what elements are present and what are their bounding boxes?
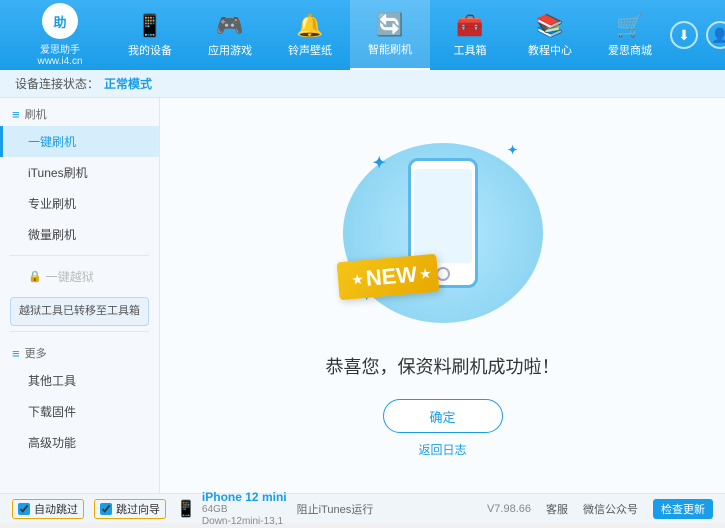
nav-items: 📱 我的设备 🎮 应用游戏 🔔 铃声壁纸 🔄 智能刷机 🧰 工具箱 📚 教程中心… — [110, 0, 670, 70]
logo: 助 爱思助手 www.i4.cn — [10, 3, 110, 67]
ribbon: ★ NEW ★ — [336, 254, 439, 301]
ribbon-text: NEW — [364, 262, 417, 292]
sidebar-item-one-click-flash[interactable]: 一键刷机 — [0, 126, 159, 157]
jailbreak-notice-text: 越狱工具已转移至工具箱 — [19, 305, 140, 317]
confirm-button[interactable]: 确定 — [383, 399, 503, 433]
nav-ringtones-label: 铃声壁纸 — [288, 42, 332, 58]
status-value: 正常模式 — [104, 75, 152, 92]
sidebar-item-advanced[interactable]: 高级功能 — [0, 427, 159, 458]
sidebar-divider-1 — [10, 255, 149, 256]
bottom-bar: 自动跳过 跳过向导 📱 iPhone 12 mini 64GB Down-12m… — [0, 493, 725, 523]
logo-url: www.i4.cn — [37, 56, 82, 67]
nav-apps-games-label: 应用游戏 — [208, 42, 252, 58]
sidebar-item-itunes-flash[interactable]: iTunes刷机 — [0, 157, 159, 188]
nav-my-device[interactable]: 📱 我的设备 — [110, 0, 190, 70]
sidebar: ≡ 刷机 一键刷机 iTunes刷机 专业刷机 微量刷机 🔒 一键越狱 越狱工具… — [0, 98, 160, 493]
sidebar-divider-2 — [10, 331, 149, 332]
return-log-link[interactable]: 返回日志 — [418, 441, 466, 458]
status-label: 设备连接状态： — [15, 75, 99, 92]
itunes-status[interactable]: 阻止iTunes运行 — [297, 501, 374, 517]
nav-tutorial[interactable]: 📚 教程中心 — [510, 0, 590, 70]
sidebar-pro-flash-label: 专业刷机 — [28, 197, 76, 211]
wechat-link[interactable]: 微信公众号 — [583, 501, 638, 517]
nav-store[interactable]: 🛒 爱思商城 — [590, 0, 670, 70]
top-nav: 助 爱思助手 www.i4.cn 📱 我的设备 🎮 应用游戏 🔔 铃声壁纸 🔄 … — [0, 0, 725, 70]
sparkle-icon-1: ✦ — [373, 153, 386, 173]
sidebar-one-click-flash-label: 一键刷机 — [28, 135, 76, 149]
bottom-left: 自动跳过 跳过向导 📱 iPhone 12 mini 64GB Down-12m… — [12, 490, 373, 528]
lock-icon: 🔒 — [28, 270, 42, 283]
sidebar-micro-flash-label: 微量刷机 — [28, 228, 76, 242]
content-area: ✦ ✦ ✦ ★ NEW ★ 恭喜您，保资料刷机成功啦！ 确定 返回日志 — [160, 98, 725, 493]
nav-my-device-label: 我的设备 — [128, 42, 172, 58]
nav-ringtones[interactable]: 🔔 铃声壁纸 — [270, 0, 350, 70]
sparkle-icon-2: ✦ — [507, 143, 517, 157]
nav-store-label: 爱思商城 — [608, 42, 652, 58]
ribbon-star-left: ★ — [351, 272, 363, 287]
auto-skip-label: 自动跳过 — [34, 501, 78, 517]
phone-icon: 📱 — [136, 13, 163, 39]
update-button[interactable]: 检查更新 — [653, 499, 713, 519]
skip-wizard-checkbox[interactable]: 跳过向导 — [94, 499, 166, 519]
nav-toolbox-label: 工具箱 — [454, 42, 487, 58]
ringtones-icon: 🔔 — [296, 13, 323, 39]
support-link[interactable]: 客服 — [546, 501, 568, 517]
tutorial-icon: 📚 — [536, 13, 563, 39]
device-details: iPhone 12 mini 64GB Down-12mini-13,1 — [202, 490, 287, 528]
sidebar-download-firmware-label: 下载固件 — [28, 405, 76, 419]
new-badge: ★ NEW ★ — [338, 258, 438, 313]
jailbreak-notice: 越狱工具已转移至工具箱 — [10, 297, 149, 326]
skip-wizard-label: 跳过向导 — [116, 501, 160, 517]
logo-subtitle: 爱思助手 — [40, 41, 80, 56]
account-button[interactable]: 👤 — [706, 21, 725, 49]
sidebar-jailbreak-section: 🔒 一键越狱 — [0, 261, 159, 292]
nav-right-buttons: ⬇ 👤 — [670, 21, 725, 49]
store-icon: 🛒 — [616, 13, 643, 39]
toolbox-icon: 🧰 — [456, 13, 483, 39]
sidebar-item-micro-flash[interactable]: 微量刷机 — [0, 219, 159, 250]
auto-skip-checkbox[interactable]: 自动跳过 — [12, 499, 84, 519]
ribbon-star-right: ★ — [419, 266, 431, 281]
skip-wizard-input[interactable] — [100, 503, 112, 515]
sidebar-item-pro-flash[interactable]: 专业刷机 — [0, 188, 159, 219]
device-icon: 📱 — [176, 499, 196, 519]
device-storage: 64GB — [202, 504, 287, 516]
nav-apps-games[interactable]: 🎮 应用游戏 — [190, 0, 270, 70]
version-text: V7.98.66 — [487, 503, 531, 515]
logo-icon: 助 — [42, 3, 78, 39]
sidebar-more-title: 更多 — [25, 345, 47, 361]
flash-section-icon: ≡ — [12, 107, 20, 122]
nav-toolbox[interactable]: 🧰 工具箱 — [430, 0, 510, 70]
nav-smart-flash-label: 智能刷机 — [368, 41, 412, 57]
download-button[interactable]: ⬇ — [670, 21, 698, 49]
device-model: Down-12mini-13,1 — [202, 516, 287, 528]
phone-screen — [414, 169, 472, 263]
sidebar-jailbreak-label: 一键越狱 — [46, 268, 94, 285]
device-name: iPhone 12 mini — [202, 490, 287, 504]
status-bar: 设备连接状态： 正常模式 — [0, 70, 725, 98]
sidebar-section-more-header: ≡ 更多 — [0, 337, 159, 365]
sidebar-advanced-label: 高级功能 — [28, 436, 76, 450]
flash-icon: 🔄 — [376, 12, 403, 38]
nav-smart-flash[interactable]: 🔄 智能刷机 — [350, 0, 430, 70]
apps-icon: 🎮 — [216, 13, 243, 39]
auto-skip-input[interactable] — [18, 503, 30, 515]
sidebar-item-other-tools[interactable]: 其他工具 — [0, 365, 159, 396]
main-layout: ≡ 刷机 一键刷机 iTunes刷机 专业刷机 微量刷机 🔒 一键越狱 越狱工具… — [0, 98, 725, 493]
sidebar-section-flash-header: ≡ 刷机 — [0, 98, 159, 126]
device-info: 📱 iPhone 12 mini 64GB Down-12mini-13,1 — [176, 490, 287, 528]
success-text: 恭喜您，保资料刷机成功啦！ — [326, 353, 560, 379]
more-section-icon: ≡ — [12, 346, 20, 361]
sidebar-other-tools-label: 其他工具 — [28, 374, 76, 388]
sidebar-itunes-flash-label: iTunes刷机 — [28, 166, 88, 180]
sidebar-item-download-firmware[interactable]: 下载固件 — [0, 396, 159, 427]
bottom-right: V7.98.66 客服 微信公众号 检查更新 — [487, 499, 713, 519]
nav-tutorial-label: 教程中心 — [528, 42, 572, 58]
phone-illustration: ✦ ✦ ✦ ★ NEW ★ — [333, 133, 553, 333]
sidebar-flash-title: 刷机 — [25, 106, 47, 122]
